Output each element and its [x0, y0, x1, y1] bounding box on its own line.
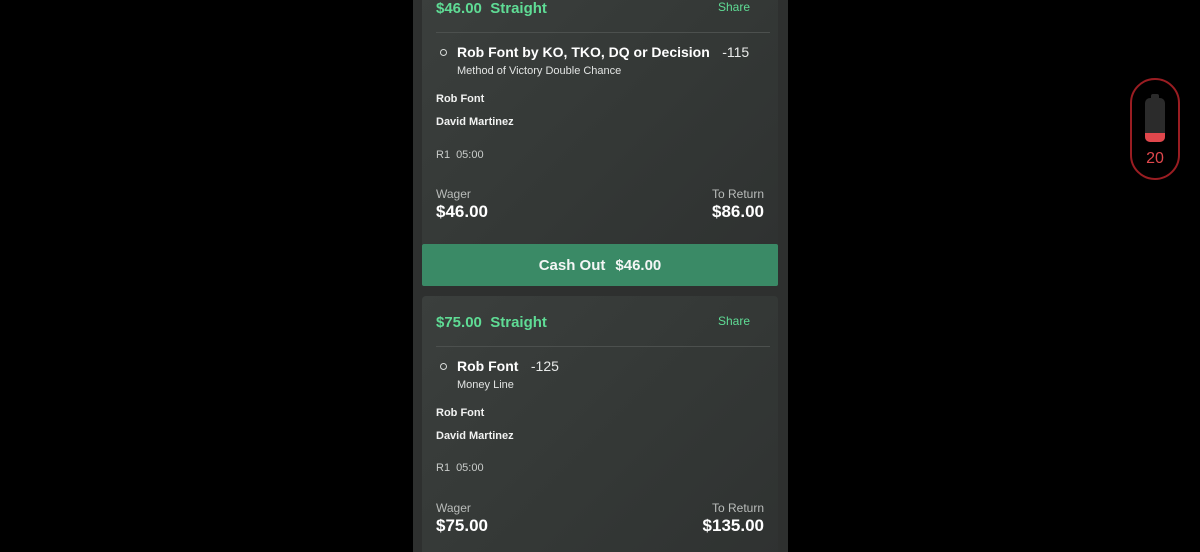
to-return-label: To Return: [711, 187, 764, 201]
to-return-value: $86.00: [712, 202, 764, 221]
bet-card: $46.00 Straight Share Rob Font by KO, TK…: [422, 0, 778, 244]
wager-value: $46.00: [436, 202, 488, 221]
to-return-value: $135.00: [702, 516, 764, 535]
share-button[interactable]: Share: [718, 0, 750, 14]
selection-name: Rob Font: [457, 358, 519, 374]
round: R1: [436, 462, 451, 474]
bet-title: $46.00 Straight: [436, 0, 547, 17]
round-time: 05:00: [456, 462, 484, 474]
selection-name: Rob Font by KO, TKO, DQ or Decision: [457, 44, 710, 60]
bet-card: $75.00 Straight Share Rob Font -125 Mone…: [422, 296, 778, 552]
round-info: R1 05:00: [436, 149, 484, 161]
selection-status-icon: [440, 363, 447, 370]
round-time: 05:00: [456, 149, 484, 161]
fighter-1: Rob Font: [436, 407, 485, 419]
selection-odds: -125: [530, 358, 559, 374]
bet-amount: $46.00: [436, 0, 482, 17]
bet-type: Straight: [490, 0, 547, 17]
fighter-2: David Martinez: [436, 430, 514, 442]
bet-amount: $75.00: [436, 314, 482, 331]
cash-out-button[interactable]: Cash Out $46.00: [422, 244, 778, 286]
round: R1: [436, 149, 451, 161]
fighter-2: David Martinez: [436, 116, 514, 128]
market-name: Method of Victory Double Chance: [457, 65, 622, 77]
selection-status-icon: [440, 49, 447, 56]
battery-icon: [1145, 98, 1165, 142]
cash-out-label: Cash Out: [538, 256, 606, 274]
wager-label: Wager: [436, 501, 471, 515]
to-return-label: To Return: [711, 501, 764, 515]
bet-card-header: $75.00 Straight Share: [436, 296, 770, 347]
selection-odds: -115: [722, 44, 750, 60]
cash-out-amount: $46.00: [615, 256, 662, 274]
wager-value: $75.00: [436, 516, 488, 535]
battery-indicator: 20: [1130, 78, 1180, 180]
bet-title: $75.00 Straight: [436, 314, 547, 331]
battery-level-text: 20: [1146, 150, 1164, 167]
bet-list[interactable]: $46.00 Straight Share Rob Font by KO, TK…: [413, 0, 788, 552]
bet-card-header: $46.00 Straight Share: [436, 0, 770, 33]
round-info: R1 05:00: [436, 462, 484, 474]
bet-type: Straight: [490, 314, 547, 331]
screen: $46.00 Straight Share Rob Font by KO, TK…: [0, 0, 1200, 552]
share-button[interactable]: Share: [718, 314, 750, 328]
wager-label: Wager: [436, 187, 471, 201]
battery-level-fill: [1145, 133, 1165, 142]
fighter-1: Rob Font: [436, 93, 485, 105]
market-name: Money Line: [457, 379, 514, 391]
